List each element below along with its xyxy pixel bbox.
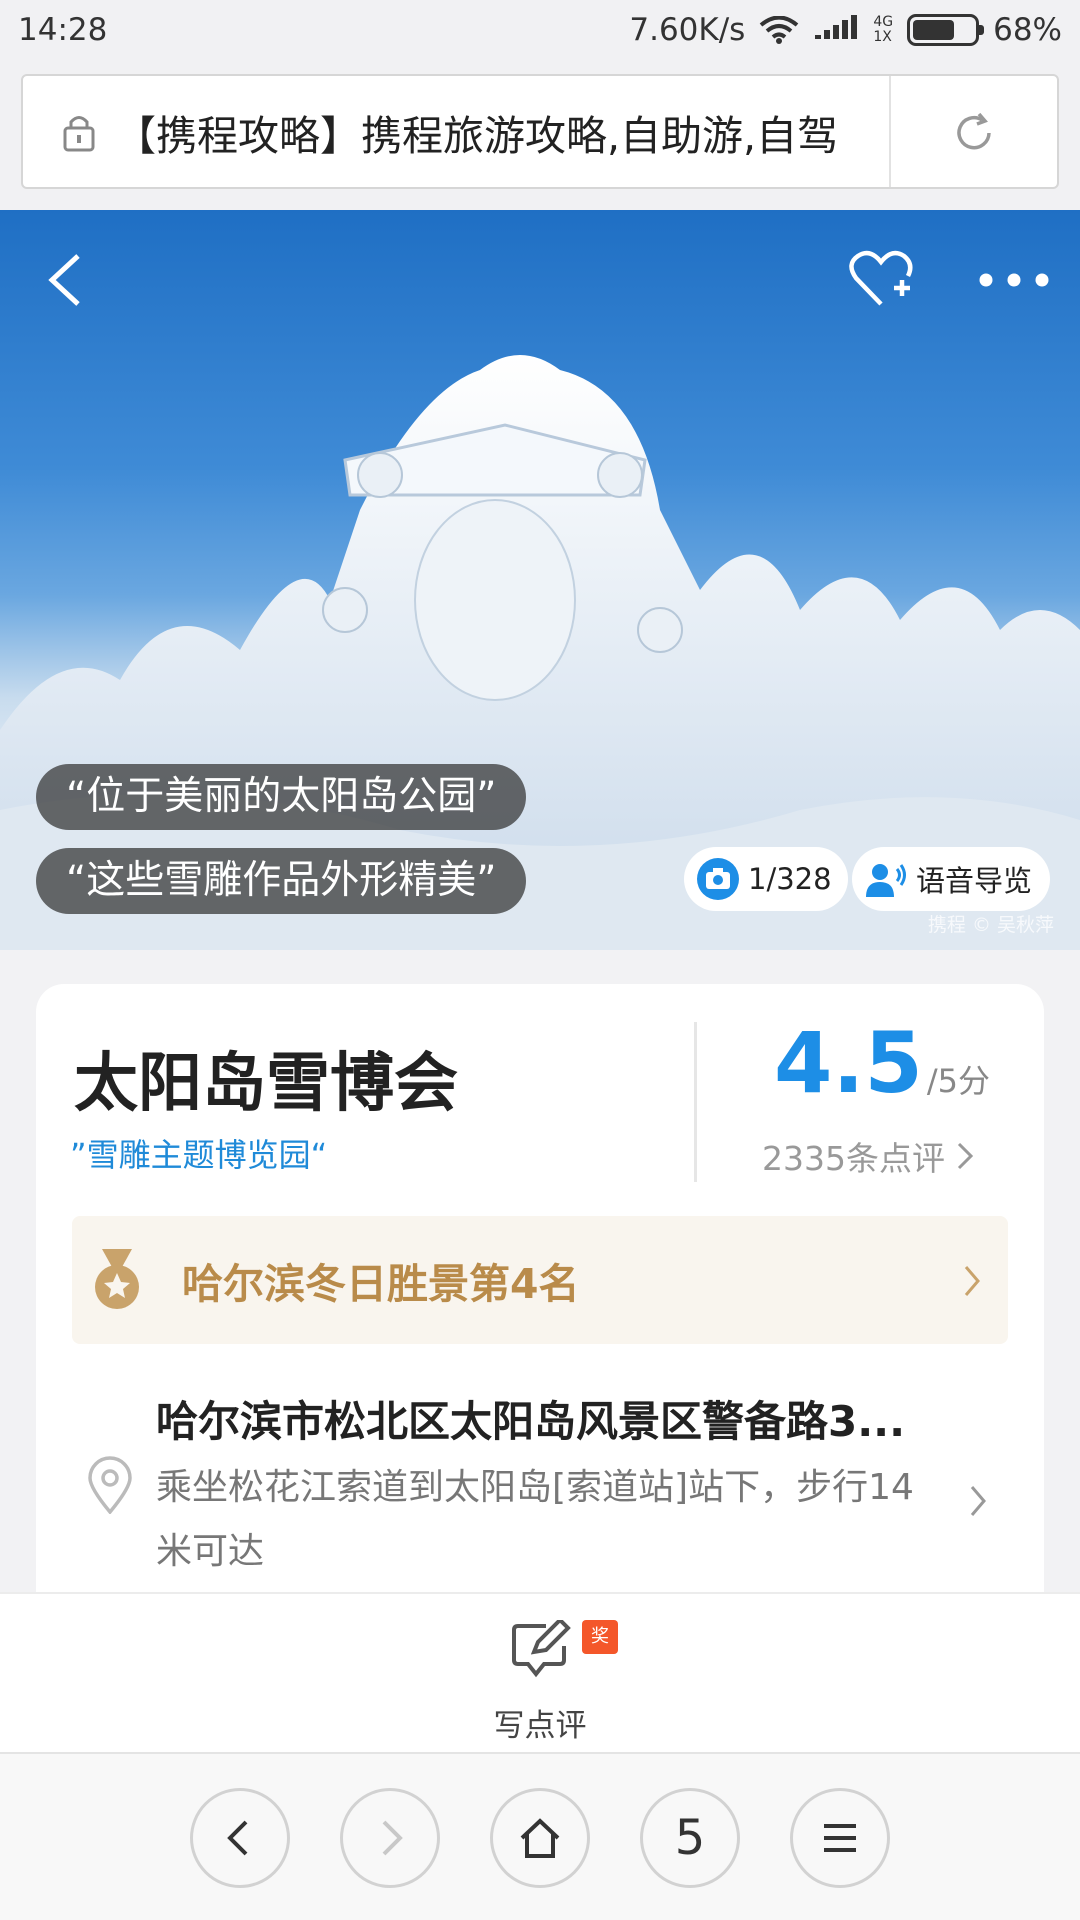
review-quote: “这些雪雕作品外形精美” — [36, 848, 527, 914]
signal-icon — [815, 15, 858, 39]
battery-icon — [907, 14, 985, 46]
reload-icon[interactable] — [951, 110, 997, 156]
lock-icon — [63, 115, 95, 151]
ranking-text: 哈尔滨冬日胜景第4名 — [182, 1260, 580, 1308]
audio-guide-label: 语音导览 — [916, 864, 1033, 898]
location-pin-icon — [88, 1456, 132, 1514]
browser-back-button[interactable] — [190, 1788, 290, 1888]
attraction-info-card: 太阳岛雪博会 ”雪雕主题博览园“ 4.5 /5分 2335条点评 哈尔滨冬日胜景… — [36, 984, 1044, 1604]
attraction-subtitle: ”雪雕主题博览园“ — [70, 1136, 328, 1174]
audio-guide-button[interactable]: 语音导览 — [852, 847, 1051, 911]
more-icon[interactable] — [978, 272, 1050, 288]
write-review-button[interactable]: 奖 写点评 — [480, 1620, 618, 1744]
medal-icon — [95, 1249, 139, 1309]
transit-info[interactable]: 乘坐松花江索道到太阳岛[索道站]站下，步行14米可达 — [156, 1456, 916, 1584]
network-type: 4G 1X — [873, 15, 893, 45]
battery-fill — [913, 20, 954, 40]
net-speed: 7.60K/s — [629, 12, 746, 48]
battery-percent: 68% — [993, 12, 1062, 48]
snow-sculpture-image — [0, 355, 1080, 950]
menu-icon — [824, 1824, 856, 1852]
photo-count: 1/328 — [748, 862, 832, 896]
address[interactable]: 哈尔滨市松北区太阳岛风景区警备路3... — [156, 1388, 976, 1449]
write-review-bar: 奖 写点评 — [0, 1592, 1080, 1752]
rating: 4.5 /5分 — [774, 1014, 990, 1112]
browser-toolbar: 【携程攻略】携程旅游攻略,自助游,自驾 — [0, 64, 1080, 210]
reward-badge: 奖 — [582, 1620, 618, 1654]
photo-counter-button[interactable]: 1/328 — [684, 847, 848, 911]
home-icon — [520, 1818, 560, 1858]
chevron-right-icon[interactable] — [968, 1484, 988, 1518]
url-divider — [889, 76, 891, 187]
chevron-right-icon — [964, 1266, 980, 1296]
audio-guide-icon — [866, 864, 906, 897]
camera-icon — [697, 858, 739, 900]
browser-home-button[interactable] — [490, 1788, 590, 1888]
favorite-icon[interactable] — [848, 248, 914, 310]
review-count: 2335条点评 — [762, 1139, 945, 1178]
ranking-banner[interactable]: 哈尔滨冬日胜景第4名 — [72, 1216, 1008, 1344]
rating-score: 4.5 — [774, 1014, 923, 1112]
review-quote: “位于美丽的太阳岛公园” — [36, 764, 527, 830]
chevron-right-icon — [382, 1820, 403, 1856]
edit-comment-icon — [512, 1620, 571, 1678]
status-indicators: 7.60K/s 4G 1X 68% — [629, 12, 1062, 48]
wifi-icon — [760, 16, 799, 44]
browser-menu-button[interactable] — [790, 1788, 890, 1888]
chevron-left-icon — [227, 1820, 248, 1856]
hero-image[interactable]: “位于美丽的太阳岛公园” “这些雪雕作品外形精美” 1/328 语音导览 携程 … — [0, 210, 1080, 950]
back-icon[interactable] — [40, 250, 88, 310]
status-bar: 14:28 7.60K/s 4G 1X 68% — [0, 0, 1080, 64]
rating-scale: /5分 — [926, 1062, 990, 1100]
browser-forward-button[interactable] — [340, 1788, 440, 1888]
photo-watermark: 携程 © 吴秋萍 — [927, 914, 1054, 936]
attraction-title: 太阳岛雪博会 — [74, 1047, 458, 1121]
status-time: 14:28 — [18, 12, 108, 48]
url-title[interactable]: 【携程攻略】携程旅游攻略,自助游,自驾 — [115, 102, 865, 162]
browser-tabs-button[interactable]: 5 — [640, 1788, 740, 1888]
card-divider — [694, 1022, 697, 1182]
browser-navigation: 5 — [0, 1752, 1080, 1920]
network-type-top: 4G — [873, 14, 894, 30]
chevron-right-icon — [957, 1142, 974, 1170]
tab-count: 5 — [674, 1810, 706, 1866]
address-bar[interactable]: 【携程攻略】携程旅游攻略,自助游,自驾 — [21, 74, 1059, 189]
network-type-bottom: 1X — [873, 29, 892, 45]
review-count-link[interactable]: 2335条点评 — [762, 1132, 975, 1180]
write-review-label: 写点评 — [493, 1708, 587, 1744]
